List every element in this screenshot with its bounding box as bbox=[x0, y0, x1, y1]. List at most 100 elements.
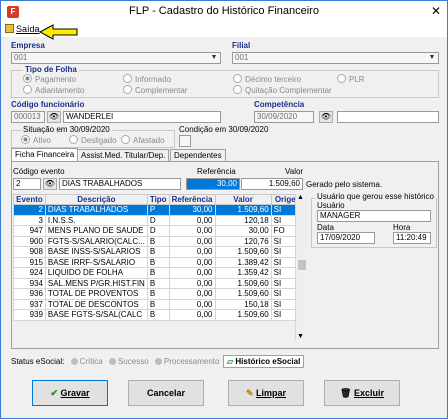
yellow-arrow-annotation bbox=[39, 24, 78, 40]
scroll-down-icon[interactable]: ▼ bbox=[297, 333, 304, 340]
binoculars-icon[interactable]: 👁 bbox=[47, 111, 61, 123]
cell-descricao: MENS PLANO DE SAUDE bbox=[44, 225, 148, 237]
historico-esocial-button[interactable]: ▱ Histórico eSocial bbox=[223, 355, 305, 368]
cell-valor: 30,00 bbox=[214, 225, 272, 237]
cell-referencia: 0,00 bbox=[168, 214, 216, 226]
radio-adiantamento[interactable]: Adiantamento bbox=[23, 85, 84, 95]
radio-complementar[interactable]: Complementar bbox=[123, 85, 187, 95]
historico-esocial-label: Histórico eSocial bbox=[235, 357, 301, 366]
cancel-button[interactable]: Cancelar bbox=[128, 380, 204, 406]
cell-tipo: B bbox=[146, 267, 170, 279]
save-button[interactable]: ✔ Gravar bbox=[32, 380, 108, 406]
table-scrollbar[interactable]: ▲ ▼ bbox=[295, 194, 307, 340]
close-button[interactable]: ✕ bbox=[429, 4, 443, 18]
table-row[interactable]: 947 MENS PLANO DE SAUDE D 0,00 30,00 FO bbox=[13, 225, 308, 237]
status-critica: Crítica bbox=[79, 357, 103, 366]
empresa-dropdown-icon[interactable]: ▼ bbox=[208, 53, 220, 63]
radio-desligado[interactable]: Desligado bbox=[69, 135, 117, 145]
referencia-field[interactable]: 30,00 bbox=[186, 178, 240, 190]
scroll-thumb[interactable] bbox=[298, 260, 306, 270]
save-label: Gravar bbox=[60, 388, 90, 398]
status-sucesso: Sucesso bbox=[117, 357, 149, 366]
table-row[interactable]: 908 BASE INSS-S/SALARIOS B 0,00 1.509,60 SI bbox=[13, 246, 308, 258]
table-row[interactable]: 934 SAL.MENS P/GR.HIST.FIN B 0,00 1.509,60 SI bbox=[13, 277, 308, 289]
col-descricao[interactable]: Descrição bbox=[44, 194, 148, 205]
radio-informado[interactable]: Informado bbox=[123, 74, 171, 84]
cell-evento: 924 bbox=[13, 267, 46, 279]
funcionario-name-field[interactable]: WANDERLEI bbox=[63, 111, 221, 123]
tab-ficha-financeira[interactable]: Ficha Financeira bbox=[11, 148, 79, 162]
trash-icon: 🗑 bbox=[340, 388, 354, 398]
condicao-field[interactable] bbox=[179, 135, 191, 147]
cell-descricao: DIAS TRABALHADOS bbox=[44, 204, 148, 216]
table-row[interactable]: 924 LIQUIDO DE FOLHA B 0,00 1.359,42 SI bbox=[13, 267, 308, 279]
competencia-extra-field[interactable] bbox=[337, 111, 439, 123]
table-row[interactable]: 900 FGTS-S/SALARIO(CALC... B 0,00 120,76 SI bbox=[13, 235, 308, 247]
table-row[interactable]: 2 DIAS TRABALHADOS P 30,00 1.509,60 SI bbox=[13, 204, 308, 216]
evento-description-field[interactable]: DIAS TRABALHADOS bbox=[59, 178, 181, 190]
funcionario-label: Código funcionário bbox=[11, 100, 85, 109]
table-row[interactable]: 937 TOTAL DE DESCONTOS B 0,00 150,18 SI bbox=[13, 298, 308, 310]
cell-valor: 1.509,60 bbox=[214, 288, 272, 300]
cell-referencia: 0,00 bbox=[168, 246, 216, 258]
hora-label: Hora bbox=[393, 223, 411, 232]
radio-quitacao-complementar[interactable]: Quitação Complementar bbox=[233, 85, 332, 95]
competencia-field[interactable]: 30/09/2020 bbox=[254, 111, 314, 123]
menu-exit[interactable]: Saída bbox=[5, 24, 40, 36]
col-tipo[interactable]: Tipo bbox=[146, 194, 170, 205]
clear-button[interactable]: ✎ Limpar bbox=[228, 380, 304, 406]
cell-referencia: 0,00 bbox=[168, 225, 216, 237]
radio-ativo[interactable]: Ativo bbox=[21, 135, 51, 145]
esocial-status-line: Status eSocial: Crítica Sucesso Processa… bbox=[11, 357, 219, 366]
evento-code-field[interactable]: 2 bbox=[13, 178, 41, 190]
data-label: Data bbox=[317, 223, 334, 232]
col-valor[interactable]: Valor bbox=[214, 194, 272, 205]
table-row[interactable]: 936 TOTAL DE PROVENTOS B 0,00 1.509,60 SI bbox=[13, 288, 308, 300]
hora-field[interactable]: 11:20:49 bbox=[393, 232, 431, 244]
col-evento[interactable]: Evento bbox=[13, 194, 46, 205]
app-window: F FLP - Cadastro do Histórico Financeiro… bbox=[0, 0, 448, 419]
empresa-field[interactable]: 001 bbox=[11, 52, 221, 64]
funcionario-code-field[interactable]: 000013 bbox=[11, 111, 45, 123]
delete-button[interactable]: 🗑 Excluir bbox=[324, 380, 400, 406]
binoculars-icon-evento[interactable]: 👁 bbox=[43, 178, 57, 190]
table-row[interactable]: 915 BASE IRRF-S/SALARIO B 0,00 1.389,42 SI bbox=[13, 256, 308, 268]
cell-descricao: FGTS-S/SALARIO(CALC... bbox=[44, 235, 148, 247]
cell-descricao: I.N.S.S. bbox=[44, 214, 148, 226]
valor-field[interactable]: 1.509,60 bbox=[241, 178, 303, 190]
radio-decimo-terceiro[interactable]: Décimo terceiro bbox=[233, 74, 301, 84]
cell-tipo: B bbox=[146, 256, 170, 268]
cell-evento: 900 bbox=[13, 235, 46, 247]
radio-plr[interactable]: PLR bbox=[337, 74, 365, 84]
table-row[interactable]: 3 I.N.S.S. D 0,00 120,18 SI bbox=[13, 214, 308, 226]
data-field[interactable]: 17/09/2020 bbox=[317, 232, 375, 244]
cell-evento: 947 bbox=[13, 225, 46, 237]
cell-valor: 1.509,60 bbox=[214, 277, 272, 289]
cell-tipo: D bbox=[146, 214, 170, 226]
filial-dropdown-icon[interactable]: ▼ bbox=[426, 53, 438, 63]
cell-descricao: TOTAL DE PROVENTOS bbox=[44, 288, 148, 300]
cell-descricao: BASE INSS-S/SALARIOS bbox=[44, 246, 148, 258]
cell-referencia: 0,00 bbox=[168, 288, 216, 300]
binoculars-icon-competencia[interactable]: 👁 bbox=[319, 111, 333, 123]
sucesso-dot-icon bbox=[108, 358, 116, 365]
radio-afastado[interactable]: Afastado bbox=[121, 135, 165, 145]
clear-label: Limpar bbox=[256, 388, 287, 398]
cell-tipo: B bbox=[146, 235, 170, 247]
cancel-label: Cancelar bbox=[146, 388, 186, 398]
filial-field[interactable]: 001 bbox=[232, 52, 439, 64]
radio-pagamento[interactable]: Pagamento bbox=[23, 74, 76, 84]
usuario-field[interactable]: MANAGER bbox=[317, 210, 431, 222]
cell-referencia: 0,00 bbox=[168, 256, 216, 268]
referencia-label: Referência bbox=[197, 167, 236, 176]
col-referencia[interactable]: Referência bbox=[168, 194, 216, 205]
cell-descricao: BASE FGTS-S/SAL(CALC bbox=[44, 309, 148, 321]
table-row[interactable]: 939 BASE FGTS-S/SAL(CALC B 0,00 1.509,60 SI bbox=[13, 309, 308, 321]
scroll-up-icon[interactable]: ▲ bbox=[297, 194, 304, 201]
cell-valor: 1.389,42 bbox=[214, 256, 272, 268]
window-title: FLP - Cadastro do Histórico Financeiro bbox=[129, 5, 319, 17]
status-processamento: Processamento bbox=[163, 357, 220, 366]
usuario-label: Usuário bbox=[317, 201, 345, 210]
cell-evento: 2 bbox=[13, 204, 46, 216]
eventos-table: Evento Descrição Tipo Referência Valor O… bbox=[13, 194, 308, 321]
